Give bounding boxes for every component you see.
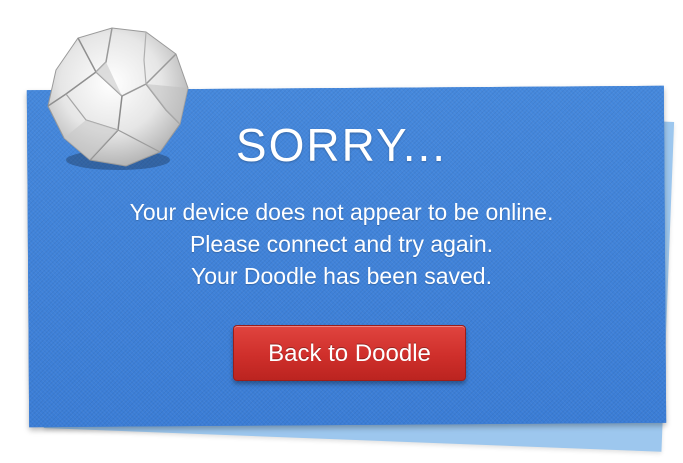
message-line: Your Doodle has been saved. [191, 263, 492, 289]
back-to-doodle-button[interactable]: Back to Doodle [233, 325, 466, 381]
error-title: SORRY... [235, 119, 448, 171]
error-message: Your device does not appear to be online… [0, 196, 683, 292]
message-line: Please connect and try again. [189, 231, 494, 257]
offline-error-screen: SORRY... Your device does not appear to … [0, 0, 683, 463]
message-line: Your device does not appear to be online… [129, 199, 554, 225]
